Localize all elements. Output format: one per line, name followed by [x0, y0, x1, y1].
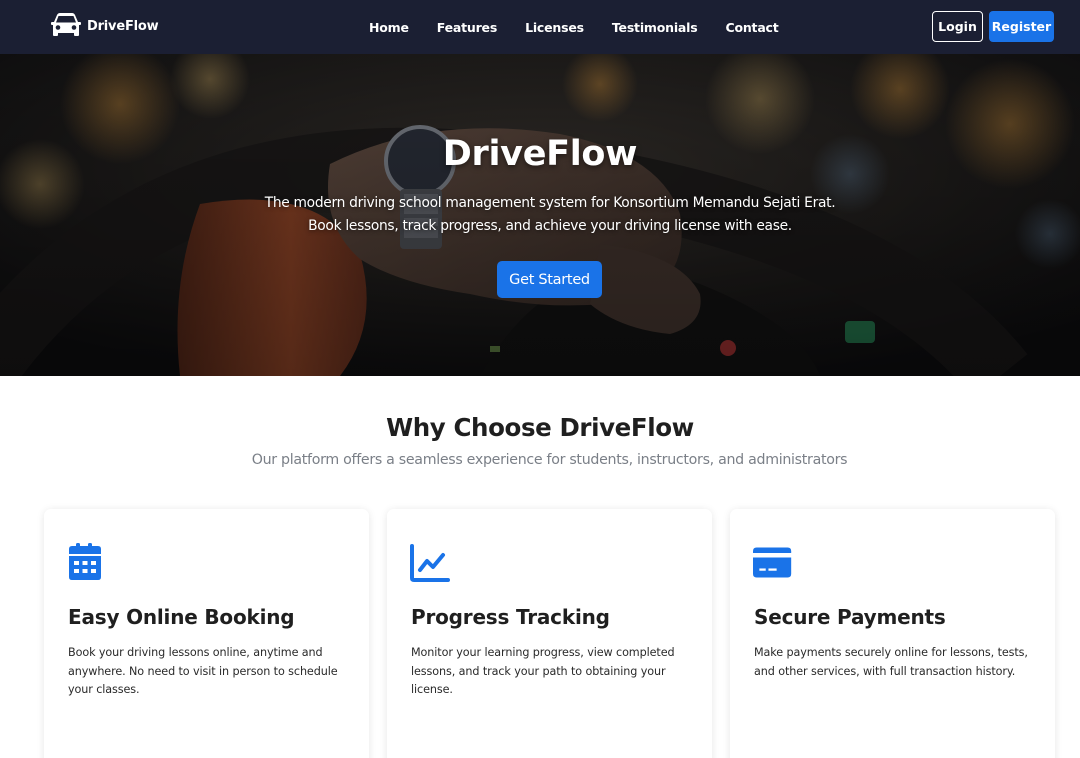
hero-section: DriveFlow The modern driving school mana…: [0, 54, 1080, 376]
credit-card-icon: [753, 547, 792, 578]
feature-card-text: Monitor your learning progress, view com…: [411, 646, 675, 696]
hero-description: The modern driving school management sys…: [264, 195, 836, 234]
brand-name: DriveFlow: [87, 18, 159, 34]
feature-card-text: Make payments securely online for lesson…: [754, 646, 1028, 678]
page: DriveFlow Home Features Licenses Testimo…: [0, 0, 1080, 758]
feature-card-title: Progress Tracking: [411, 605, 610, 629]
hero-content: DriveFlow The modern driving school mana…: [0, 54, 1080, 376]
feature-card-booking: Easy Online Booking Book your driving le…: [44, 509, 369, 758]
feature-card-text: Book your driving lessons online, anytim…: [68, 646, 338, 696]
login-button[interactable]: Login: [932, 11, 983, 42]
nav-link-features[interactable]: Features: [423, 20, 511, 35]
nav-link-contact[interactable]: Contact: [711, 20, 792, 35]
feature-card-title: Secure Payments: [754, 605, 946, 629]
nav-link-testimonials[interactable]: Testimonials: [598, 20, 712, 35]
hero-title: DriveFlow: [442, 134, 638, 174]
calendar-icon: [69, 543, 101, 580]
nav-link-licenses[interactable]: Licenses: [511, 20, 598, 35]
nav-links: Home Features Licenses Testimonials Cont…: [355, 0, 793, 54]
car-icon: [51, 13, 81, 36]
brand-logo[interactable]: DriveFlow: [50, 12, 159, 40]
feature-card-payments: Secure Payments Make payments securely o…: [730, 509, 1055, 758]
nav-link-home[interactable]: Home: [355, 20, 423, 35]
features-title: Why Choose DriveFlow: [386, 413, 694, 442]
chart-line-icon: [410, 544, 450, 582]
features-subtitle: Our platform offers a seamless experienc…: [251, 452, 848, 468]
get-started-button[interactable]: Get Started: [497, 261, 602, 298]
feature-card-title: Easy Online Booking: [68, 605, 295, 629]
navbar: DriveFlow Home Features Licenses Testimo…: [0, 0, 1080, 54]
feature-card-progress: Progress Tracking Monitor your learning …: [387, 509, 712, 758]
register-button[interactable]: Register: [989, 11, 1054, 42]
